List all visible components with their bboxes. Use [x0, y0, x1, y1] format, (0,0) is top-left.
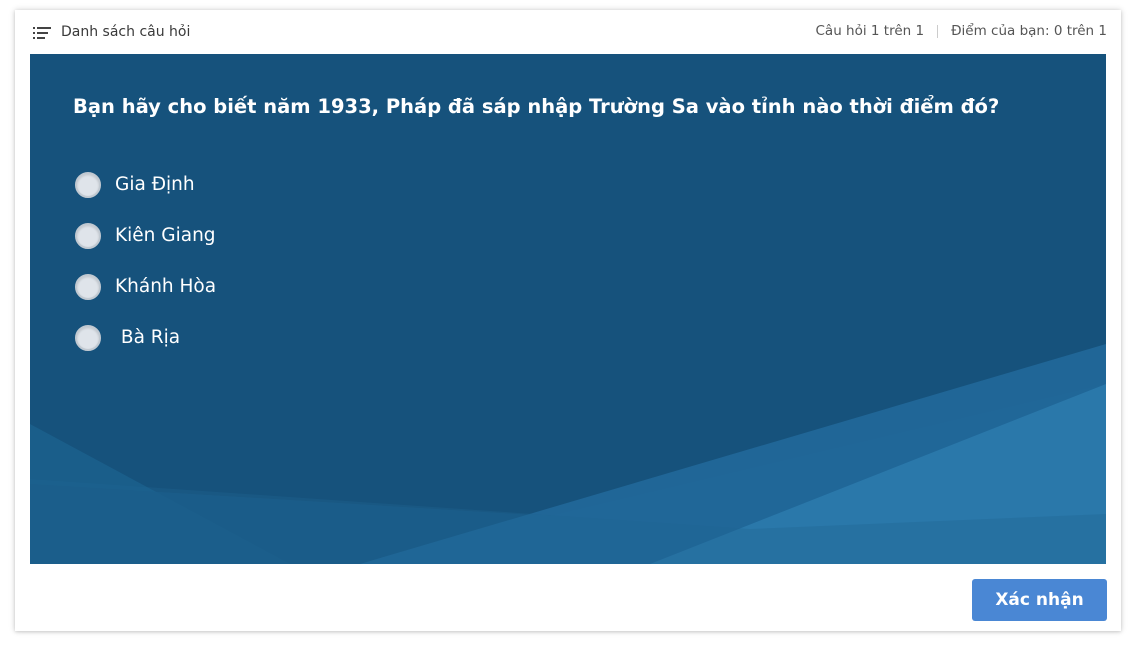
question-slide: Bạn hãy cho biết năm 1933, Pháp đã sáp n… [30, 54, 1106, 564]
answer-label: Bà Rịa [115, 327, 181, 348]
answer-label: Gia Định [115, 174, 195, 195]
list-icon [33, 25, 53, 39]
radio-button[interactable] [75, 324, 101, 351]
submit-button[interactable]: Xác nhận [972, 579, 1107, 621]
quiz-header: Danh sách câu hỏi Câu hỏi 1 trên 1 Điểm … [15, 10, 1121, 54]
question-counter: Câu hỏi 1 trên 1 [815, 23, 925, 39]
radio-button[interactable] [75, 273, 101, 300]
question-text: Bạn hãy cho biết năm 1933, Pháp đã sáp n… [73, 95, 1000, 118]
answer-option[interactable]: Gia Định [75, 159, 216, 210]
answer-option[interactable]: Bà Rịa [75, 312, 216, 363]
question-list-button[interactable]: Danh sách câu hỏi [33, 22, 190, 42]
radio-button[interactable] [75, 222, 101, 249]
answer-option[interactable]: Kiên Giang [75, 210, 216, 261]
answer-option[interactable]: Khánh Hòa [75, 261, 216, 312]
radio-button[interactable] [75, 171, 101, 198]
progress-info: Câu hỏi 1 trên 1 Điểm của bạn: 0 trên 1 [816, 23, 1108, 39]
answer-label: Kiên Giang [115, 225, 216, 246]
answer-label: Khánh Hòa [115, 276, 217, 297]
question-list-label: Danh sách câu hỏi [61, 24, 191, 40]
header-divider [937, 24, 939, 38]
score-text: Điểm của bạn: 0 trên 1 [951, 23, 1107, 39]
answer-options: Gia Định Kiên Giang Khánh Hòa Bà Rịa [75, 159, 216, 363]
quiz-window: Danh sách câu hỏi Câu hỏi 1 trên 1 Điểm … [15, 10, 1121, 631]
